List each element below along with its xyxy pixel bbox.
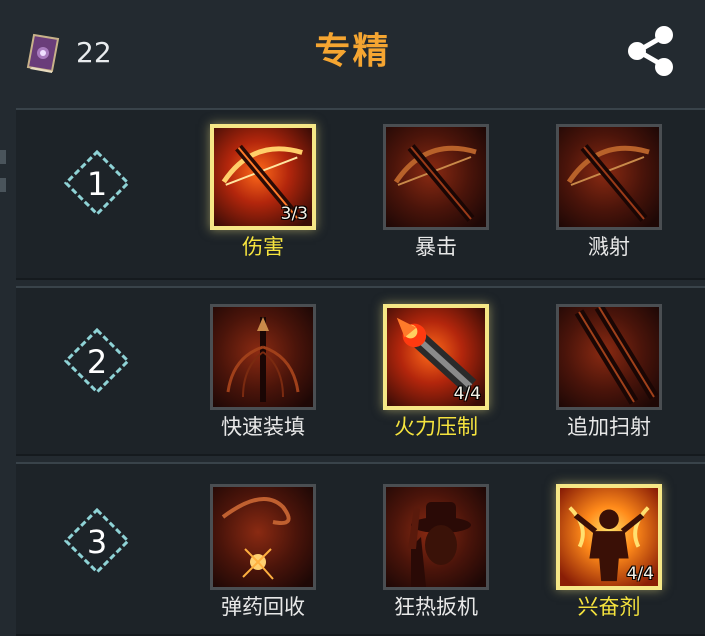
skill-label: 追加扫射 [567, 415, 651, 439]
tier-number: 3 [87, 523, 107, 561]
skill-icon-frame[interactable] [556, 124, 662, 230]
tier-badge: 1 [62, 148, 132, 218]
page-title: 专精 [314, 31, 391, 72]
header: 22 专精 [0, 0, 705, 100]
skill-slot[interactable]: 4/4 火力压制 [349, 304, 499, 454]
skill-label: 火力压制 [394, 415, 478, 439]
tier-badge: 3 [62, 506, 132, 576]
skill-label: 弹药回收 [221, 595, 305, 619]
skill-icon-frame[interactable] [210, 304, 316, 410]
skill-label: 兴奋剂 [577, 595, 641, 619]
tier-row-3: 3 弹药回收 狂热扳机 4/4 兴奋剂 [16, 462, 705, 636]
skill-slot[interactable]: 3/3 伤害 [176, 124, 326, 274]
skill-icon-frame[interactable] [383, 124, 489, 230]
tier-number: 1 [87, 165, 107, 203]
skill-slot[interactable]: 快速装填 [176, 304, 326, 454]
tier-row-1: 1 3/3 伤害 暴击 溅射 [16, 108, 705, 280]
ricochet-icon [213, 487, 313, 587]
tier-badge: 2 [62, 326, 132, 396]
skill-slot[interactable]: 弹药回收 [176, 484, 326, 634]
skill-icon-frame[interactable]: 4/4 [383, 304, 489, 410]
skill-label: 暴击 [415, 235, 457, 259]
crossbow-icon [559, 127, 659, 227]
skill-icon-frame[interactable]: 4/4 [556, 484, 662, 590]
skill-icon-frame[interactable] [556, 304, 662, 410]
skill-icon-frame[interactable]: 3/3 [210, 124, 316, 230]
skill-slot[interactable]: 追加扫射 [522, 304, 672, 454]
skill-label: 快速装填 [221, 415, 305, 439]
tier-row-2: 2 快速装填 4/4 火力压制 追加扫射 [16, 286, 705, 456]
share-icon[interactable] [622, 22, 680, 80]
skill-label: 狂热扳机 [394, 595, 478, 619]
crossbow-icon [386, 127, 486, 227]
skill-icon-frame[interactable] [210, 484, 316, 590]
side-tab-marker [0, 150, 6, 164]
skill-icon-frame[interactable] [383, 484, 489, 590]
tier-number: 2 [87, 343, 107, 381]
double-barrel-icon [559, 307, 659, 407]
bolts-icon [213, 307, 313, 407]
skill-slot[interactable]: 暴击 [349, 124, 499, 274]
skill-slot[interactable]: 溅射 [522, 124, 672, 274]
skill-label: 伤害 [242, 235, 284, 259]
side-tab-marker [0, 178, 6, 192]
gunslinger-icon [386, 487, 486, 587]
skill-rank: 4/4 [453, 384, 481, 404]
skill-rank: 4/4 [626, 564, 654, 584]
skill-slot[interactable]: 狂热扳机 [349, 484, 499, 634]
skill-label: 溅射 [588, 235, 630, 259]
skill-slot[interactable]: 4/4 兴奋剂 [522, 484, 672, 634]
skill-rank: 3/3 [280, 204, 308, 224]
